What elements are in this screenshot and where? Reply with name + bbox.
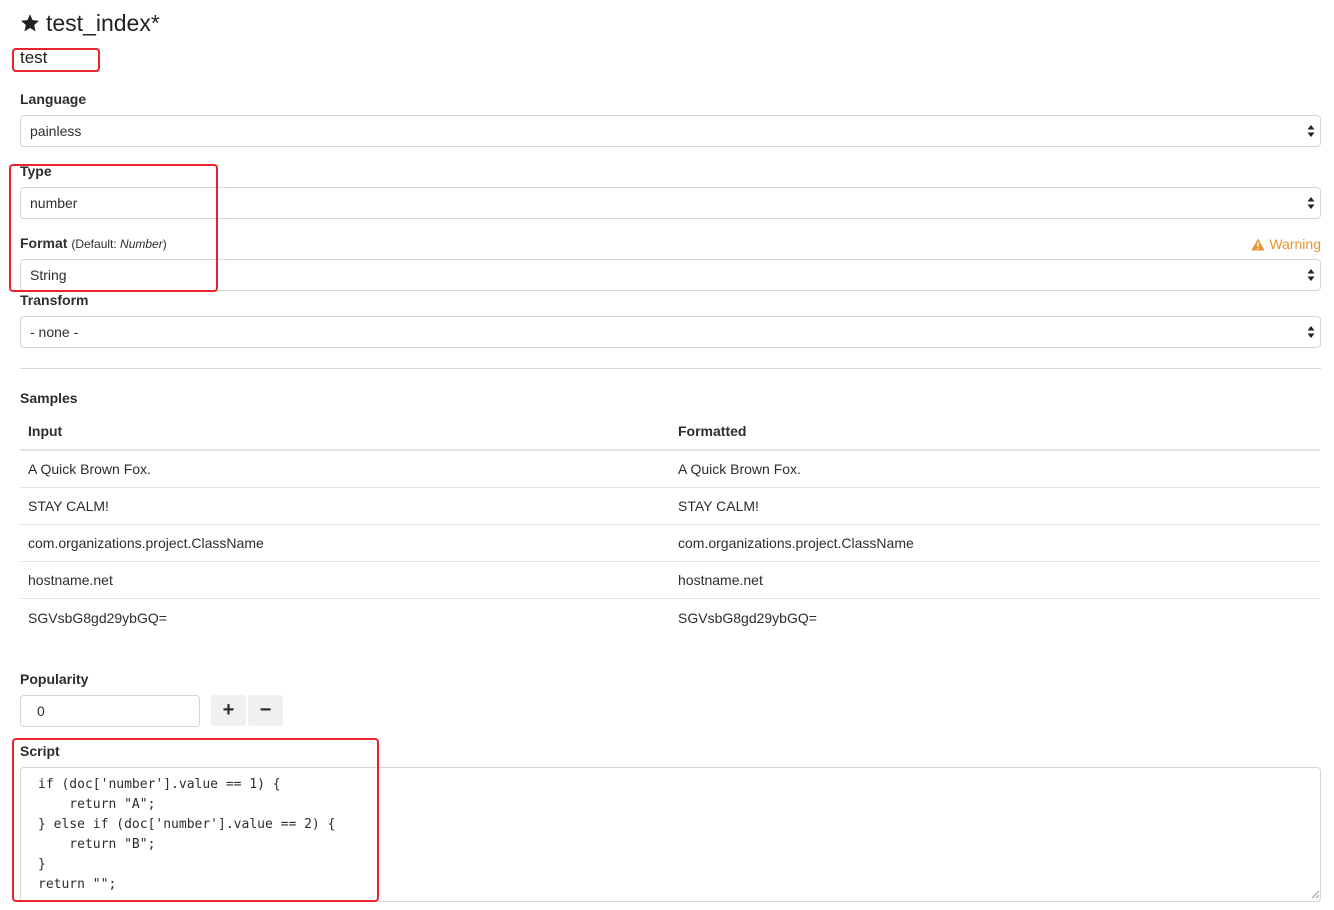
- page-title: test_index*: [20, 8, 160, 38]
- script-line: return "A";: [38, 797, 156, 812]
- field-name: test: [20, 48, 48, 67]
- script-line: return "";: [38, 877, 117, 892]
- select-arrows-icon: [1307, 269, 1315, 281]
- samples-table: Input Formatted A Quick Brown Fox. A Qui…: [20, 413, 1320, 636]
- language-value: painless: [30, 123, 82, 139]
- popularity-increment-button[interactable]: +: [211, 695, 246, 726]
- script-textarea[interactable]: if (doc['number'].value == 1) { return "…: [20, 767, 1321, 902]
- column-header-formatted: Formatted: [678, 423, 747, 439]
- section-divider: [20, 368, 1321, 369]
- resize-handle-icon[interactable]: [1310, 889, 1320, 899]
- sample-formatted-cell: STAY CALM!: [678, 498, 759, 514]
- select-arrows-icon: [1307, 197, 1315, 209]
- format-select[interactable]: String: [20, 259, 1321, 291]
- star-icon: [21, 14, 39, 32]
- column-header-input: Input: [28, 423, 63, 439]
- sample-input-cell: com.organizations.project.ClassName: [28, 535, 264, 551]
- script-line: } else if (doc['number'].value == 2) {: [38, 817, 336, 832]
- samples-header-row: Input Formatted: [20, 413, 1320, 451]
- type-value: number: [30, 195, 78, 211]
- language-label: Language: [20, 91, 87, 107]
- popularity-decrement-button[interactable]: −: [248, 695, 283, 726]
- type-label: Type: [20, 163, 52, 179]
- transform-select[interactable]: - none -: [20, 316, 1321, 348]
- popularity-label: Popularity: [20, 671, 89, 687]
- sample-formatted-cell: com.organizations.project.ClassName: [678, 535, 914, 551]
- select-arrows-icon: [1307, 125, 1315, 137]
- sample-input-cell: hostname.net: [28, 572, 113, 588]
- warning-triangle-icon: [1251, 238, 1265, 250]
- format-label-text: Format: [20, 235, 68, 251]
- table-row: A Quick Brown Fox. A Quick Brown Fox.: [20, 451, 1320, 488]
- popularity-input[interactable]: 0: [20, 695, 200, 727]
- sample-input-cell: A Quick Brown Fox.: [28, 461, 151, 477]
- sample-formatted-cell: hostname.net: [678, 572, 763, 588]
- samples-label: Samples: [20, 390, 78, 406]
- format-label: Format (Default: Number): [20, 235, 167, 251]
- transform-value: - none -: [30, 324, 79, 340]
- table-row: STAY CALM! STAY CALM!: [20, 488, 1320, 525]
- script-line: return "B";: [38, 837, 156, 852]
- format-value: String: [30, 267, 67, 283]
- sample-formatted-cell: A Quick Brown Fox.: [678, 461, 801, 477]
- script-line: }: [38, 857, 46, 872]
- format-warning: Warning: [1251, 236, 1321, 252]
- table-row: SGVsbG8gd29ybGQ= SGVsbG8gd29ybGQ=: [20, 599, 1320, 636]
- sample-input-cell: STAY CALM!: [28, 498, 109, 514]
- warning-text: Warning: [1269, 236, 1321, 252]
- index-title: test_index*: [46, 9, 160, 36]
- sample-formatted-cell: SGVsbG8gd29ybGQ=: [678, 609, 817, 626]
- type-select[interactable]: number: [20, 187, 1321, 219]
- table-row: com.organizations.project.ClassName com.…: [20, 525, 1320, 562]
- language-select[interactable]: painless: [20, 115, 1321, 147]
- sample-input-cell: SGVsbG8gd29ybGQ=: [28, 609, 167, 626]
- select-arrows-icon: [1307, 326, 1315, 338]
- table-row: hostname.net hostname.net: [20, 562, 1320, 599]
- script-line: if (doc['number'].value == 1) {: [38, 777, 281, 792]
- transform-label: Transform: [20, 292, 89, 308]
- script-label: Script: [20, 743, 60, 759]
- format-default-hint: (Default: Number): [71, 237, 167, 251]
